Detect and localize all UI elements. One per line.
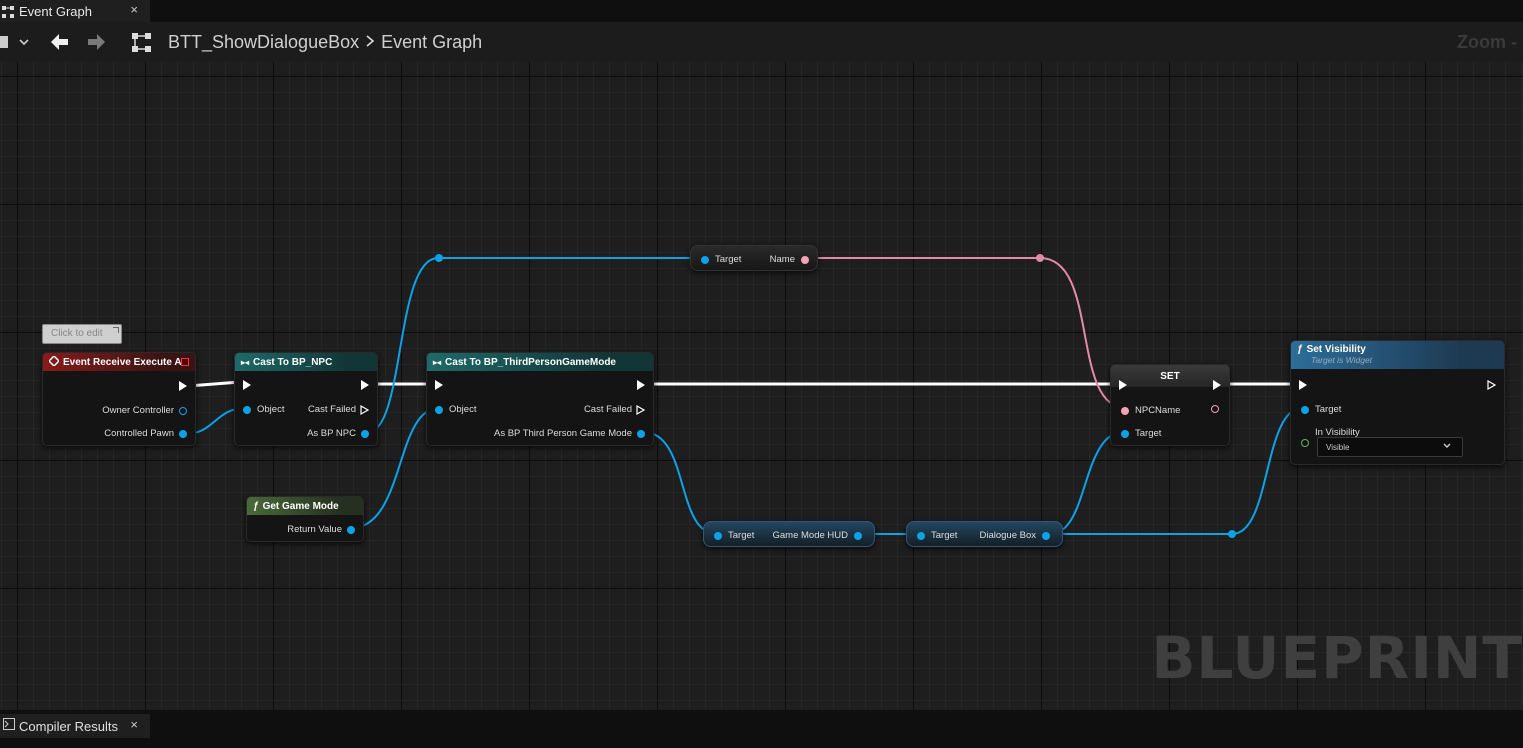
- cast-arrows-icon: ▸◂: [433, 357, 442, 367]
- event-node-title: Event Receive Execute AI: [63, 356, 185, 368]
- owner-controller-pin[interactable]: [179, 406, 187, 415]
- target-label: Target: [728, 530, 755, 541]
- cast-npc-title: Cast To BP_NPC: [253, 356, 333, 368]
- get-dialogue-box-node[interactable]: Target Dialogue Box: [906, 521, 1063, 547]
- exec-in-pin[interactable]: [243, 380, 251, 390]
- target-label: Target: [715, 254, 742, 265]
- cast-failed-label: Cast Failed: [583, 404, 632, 415]
- return-value-label: Return Value: [287, 524, 342, 535]
- close-icon[interactable]: ×: [130, 2, 138, 17]
- object-label: Object: [449, 404, 477, 415]
- tab-event-graph[interactable]: Event Graph ×: [0, 0, 150, 22]
- function-icon: ƒ: [253, 500, 259, 512]
- as-bp-npc-label: As BP NPC: [307, 428, 356, 439]
- document-tab-bar: Event Graph ×: [0, 0, 1523, 22]
- target-pin[interactable]: [1301, 405, 1309, 414]
- target-label: Target: [1135, 428, 1162, 439]
- function-icon: ƒ: [1297, 344, 1303, 355]
- zoom-indicator: Zoom -: [1457, 31, 1517, 52]
- tooltip-text: Click to edit: [51, 328, 103, 339]
- graph-node-icon: [130, 22, 154, 62]
- get-game-mode-node[interactable]: ƒ Get Game Mode Return Value: [246, 496, 364, 542]
- terminal-icon: [3, 717, 15, 735]
- target-pin[interactable]: [714, 531, 722, 540]
- as-gamemode-label: As BP Third Person Game Mode: [494, 428, 632, 439]
- blueprint-watermark: BLUEPRINT: [1151, 624, 1523, 692]
- blueprint-graph-canvas[interactable]: Event Receive Execute AI Owner Controlle…: [0, 62, 1523, 710]
- exec-in-pin[interactable]: [1299, 380, 1307, 390]
- graph-navigation-bar: BTT_ShowDialogueBox Event Graph Zoom -: [0, 22, 1523, 62]
- set-node-title: SET: [1160, 370, 1180, 382]
- visibility-dropdown[interactable]: Visible: [1317, 437, 1463, 457]
- set-visibility-node[interactable]: ƒ Set Visibility Target is Widget Target…: [1290, 340, 1505, 465]
- game-mode-hud-label: Game Mode HUD: [772, 530, 849, 541]
- name-label: Name: [769, 254, 795, 265]
- chevron-right-icon: [365, 32, 375, 53]
- get-game-mode-hud-node[interactable]: Target Game Mode HUD: [703, 521, 875, 547]
- target-pin[interactable]: [1121, 429, 1129, 438]
- set-visibility-subtitle: Target is Widget: [1311, 355, 1373, 365]
- breadcrumb: BTT_ShowDialogueBox Event Graph: [168, 22, 482, 62]
- object-label: Object: [257, 404, 285, 415]
- cast-failed-pin[interactable]: [360, 404, 369, 415]
- npcname-out-pin[interactable]: [1211, 405, 1219, 413]
- visibility-value: Visible: [1326, 442, 1350, 452]
- as-gamemode-pin[interactable]: [637, 429, 645, 438]
- cast-gamemode-title: Cast To BP_ThirdPersonGameMode: [445, 356, 616, 368]
- bottom-tab-bar: Compiler Results ×: [0, 710, 1523, 748]
- in-visibility-pin[interactable]: [1301, 439, 1309, 447]
- target-label: Target: [1315, 404, 1342, 415]
- set-npcname-node[interactable]: SET NPCName Target: [1110, 364, 1230, 446]
- dialogue-box-label: Dialogue Box: [979, 530, 1036, 541]
- npcname-pin[interactable]: [1121, 406, 1129, 415]
- target-pin[interactable]: [701, 255, 709, 264]
- close-icon[interactable]: ×: [130, 717, 138, 732]
- cast-to-bp-npc-node[interactable]: ▸◂ Cast To BP_NPC Object Cast Failed As …: [234, 352, 378, 446]
- exec-in-pin[interactable]: [435, 380, 443, 390]
- exec-in-pin[interactable]: [1119, 380, 1127, 390]
- event-diamond-icon: [47, 354, 61, 369]
- controlled-pawn-label: Controlled Pawn: [104, 428, 174, 439]
- chevron-down-icon: [1442, 441, 1452, 454]
- cast-failed-label: Cast Failed: [307, 404, 356, 415]
- game-mode-hud-pin[interactable]: [854, 531, 862, 540]
- tab-compiler-results-label: Compiler Results: [19, 718, 118, 734]
- get-game-mode-title: Get Game Mode: [262, 500, 339, 512]
- arrow-right-icon[interactable]: [86, 22, 108, 62]
- tab-compiler-results[interactable]: Compiler Results ×: [0, 714, 150, 738]
- set-visibility-title: Set Visibility: [1306, 344, 1366, 355]
- exec-out-pin[interactable]: [179, 381, 187, 391]
- exec-out-pin[interactable]: [361, 380, 369, 390]
- event-receive-execute-ai-node[interactable]: Event Receive Execute AI Owner Controlle…: [42, 352, 196, 446]
- exec-out-pin[interactable]: [637, 380, 645, 390]
- tab-event-graph-label: Event Graph: [19, 3, 92, 19]
- target-pin[interactable]: [917, 531, 925, 540]
- arrow-left-icon[interactable]: [48, 22, 70, 62]
- dialogue-box-pin[interactable]: [1042, 531, 1050, 540]
- click-to-edit-tooltip[interactable]: Click to edit: [42, 324, 122, 344]
- cast-arrows-icon: ▸◂: [241, 357, 250, 367]
- cast-to-thirdperson-gamemode-node[interactable]: ▸◂ Cast To BP_ThirdPersonGameMode Object…: [426, 352, 654, 446]
- graph-icon: [2, 5, 14, 18]
- object-pin[interactable]: [435, 405, 443, 414]
- breadcrumb-graph[interactable]: Event Graph: [381, 32, 482, 53]
- delegate-pin[interactable]: [181, 358, 189, 366]
- exec-out-pin[interactable]: [1487, 380, 1496, 390]
- return-value-pin[interactable]: [347, 525, 355, 534]
- breadcrumb-blueprint[interactable]: BTT_ShowDialogueBox: [168, 32, 359, 53]
- exec-out-pin[interactable]: [1213, 380, 1221, 390]
- get-name-node[interactable]: Target Name: [690, 245, 818, 271]
- target-label: Target: [931, 530, 958, 541]
- npcname-label: NPCName: [1135, 405, 1181, 416]
- as-bp-npc-pin[interactable]: [361, 429, 369, 438]
- owner-controller-label: Owner Controller: [102, 405, 174, 416]
- controlled-pawn-pin[interactable]: [179, 429, 187, 438]
- cast-failed-pin[interactable]: [636, 404, 645, 415]
- name-pin[interactable]: [801, 255, 809, 264]
- object-pin[interactable]: [243, 405, 251, 414]
- hamburger-icon[interactable]: [0, 22, 34, 62]
